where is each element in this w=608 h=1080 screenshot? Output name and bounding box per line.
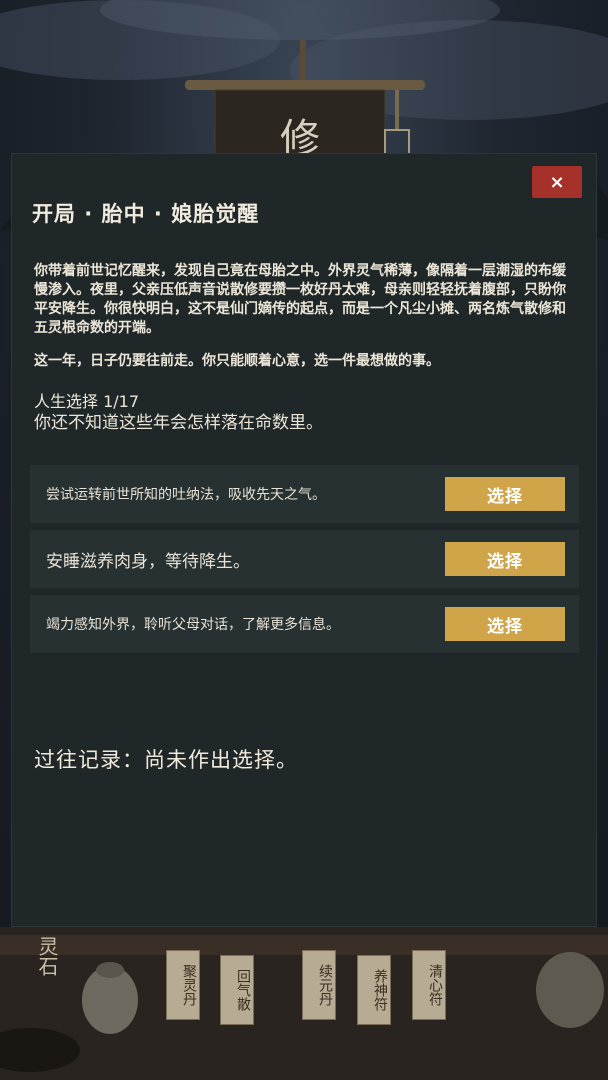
select-button[interactable]: 选择 xyxy=(445,542,565,576)
option-row: 安睡滋养肉身，等待降生。 选择 xyxy=(30,530,579,588)
select-button[interactable]: 选择 xyxy=(445,477,565,511)
close-icon: × xyxy=(549,171,565,193)
tag-4: 清心符 xyxy=(412,950,446,1020)
tag-3: 养神符 xyxy=(357,955,391,1025)
option-row: 尝试运转前世所知的吐纳法，吸收先天之气。 选择 xyxy=(30,465,579,523)
left-sign: 灵石 xyxy=(26,936,62,1006)
option-row: 竭力感知外界，聆听父母对话，了解更多信息。 选择 xyxy=(30,595,579,653)
history-log: 过往记录：尚未作出选择。 xyxy=(34,748,298,772)
tag-1: 回气散 xyxy=(220,955,254,1025)
dialog-title: 开局 · 胎中 · 娘胎觉醒 xyxy=(32,202,260,226)
tag-0: 聚灵丹 xyxy=(166,950,200,1020)
story-paragraph: 这一年，日子仍要往前走。你只能顺着心意，选一件最想做的事。 xyxy=(34,353,440,369)
select-button[interactable]: 选择 xyxy=(445,607,565,641)
hint-text: 你还不知道这些年会怎样落在命数里。 xyxy=(34,413,323,433)
option-text: 安睡滋养肉身，等待降生。 xyxy=(46,551,250,572)
left-sign-text: 灵石 xyxy=(35,936,59,976)
option-text: 竭力感知外界，聆听父母对话，了解更多信息。 xyxy=(46,617,340,633)
hanging-banner: 修 xyxy=(185,40,425,160)
story-text: 你带着前世记忆醒来，发现自己竟在母胎之中。外界灵气稀薄，像隔着一层潮湿的布缓慢渗… xyxy=(34,262,574,385)
option-text: 尝试运转前世所知的吐纳法，吸收先天之气。 xyxy=(46,487,326,503)
tag-2: 续元丹 xyxy=(302,950,336,1020)
story-paragraph: 你带着前世记忆醒来，发现自己竟在母胎之中。外界灵气稀薄，像隔着一层潮湿的布缓慢渗… xyxy=(34,263,566,336)
event-dialog: × 开局 · 胎中 · 娘胎觉醒 你带着前世记忆醒来，发现自己竟在母胎之中。外界… xyxy=(11,153,597,927)
close-button[interactable]: × xyxy=(532,166,582,198)
